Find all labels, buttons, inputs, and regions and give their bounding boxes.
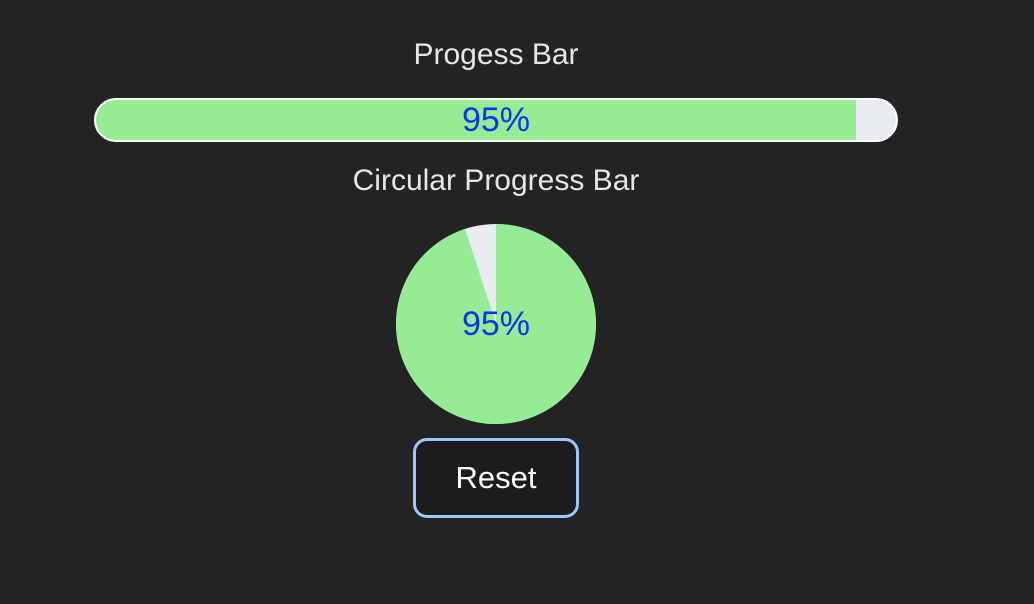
reset-button[interactable]: Reset	[413, 438, 579, 518]
progress-demo-page: Progess Bar 95% Circular Progress Bar 95…	[0, 0, 1034, 604]
circular-progress-percent: 95%	[461, 304, 531, 343]
linear-progress-title: Progess Bar	[413, 38, 579, 71]
linear-progress-bar: 95%	[94, 98, 898, 142]
circular-progress-bar: 95%	[396, 224, 596, 424]
linear-progress-percent: 95%	[461, 100, 531, 139]
circular-progress-title: Circular Progress Bar	[352, 164, 640, 197]
